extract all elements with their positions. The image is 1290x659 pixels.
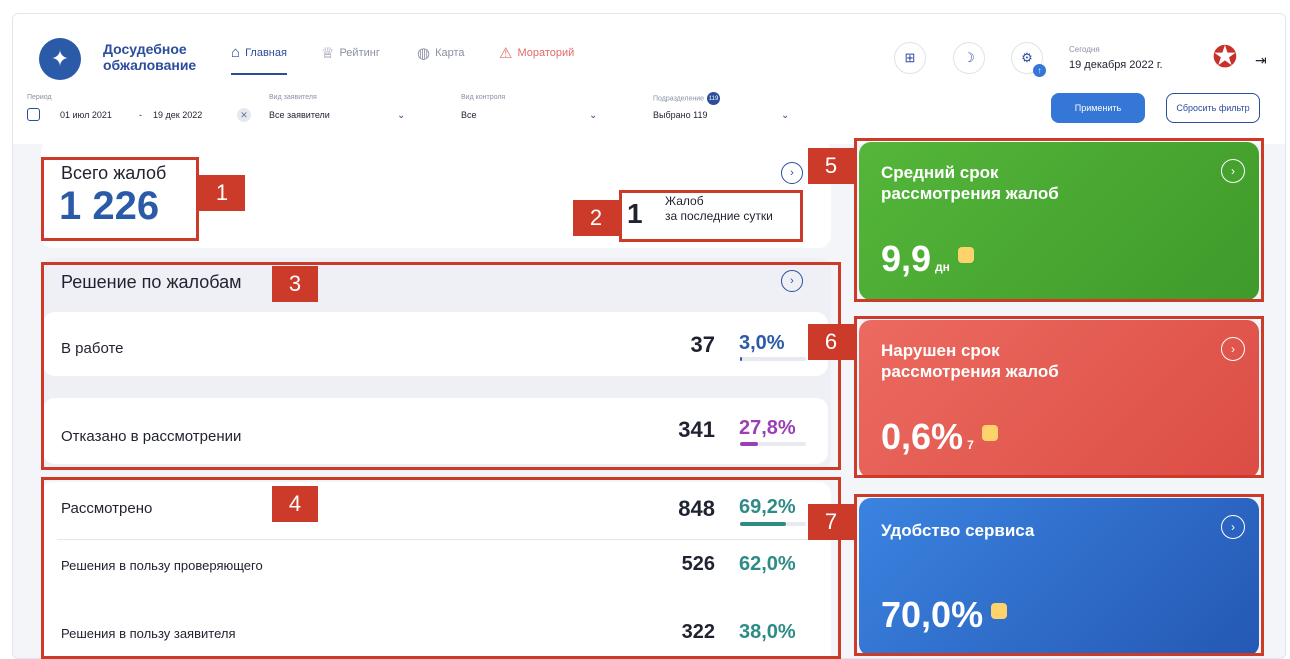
warning-icon: ⚠ bbox=[499, 45, 513, 62]
annotation-tag-6: 6 bbox=[808, 324, 854, 360]
home-icon: ⌂ bbox=[231, 44, 241, 61]
settings-button[interactable]: ⚙ ↑ bbox=[1011, 42, 1046, 77]
sliders-icon: ⚙ bbox=[1021, 50, 1033, 65]
logout-icon[interactable]: ⇥ bbox=[1255, 52, 1267, 69]
theme-toggle-button[interactable]: ☽ bbox=[953, 42, 985, 74]
applicant-select[interactable]: Все заявители bbox=[269, 110, 330, 120]
annotation-tag-3: 3 bbox=[272, 266, 318, 302]
period-label: Период bbox=[27, 94, 52, 101]
structure-button[interactable]: ⊞ bbox=[894, 42, 926, 74]
app-title-line2: обжалование bbox=[103, 57, 197, 73]
apply-button[interactable]: Применить bbox=[1051, 93, 1145, 123]
period-from[interactable]: 01 июл 2021 bbox=[60, 110, 112, 120]
structure-icon: ⊞ bbox=[904, 50, 916, 65]
annotation-box-1 bbox=[41, 157, 199, 241]
annotation-box-3 bbox=[41, 262, 841, 470]
today-value: 19 декабря 2022 г. bbox=[1069, 59, 1163, 71]
annotation-box-2 bbox=[619, 190, 803, 242]
applicant-label: Вид заявителя bbox=[269, 94, 317, 101]
nav-moratorium[interactable]: ⚠ Мораторий bbox=[499, 44, 574, 62]
annotation-box-7 bbox=[854, 494, 1264, 656]
annotation-box-6 bbox=[854, 316, 1264, 478]
calendar-icon[interactable] bbox=[27, 108, 40, 121]
nav-map-label: Карта bbox=[435, 47, 465, 59]
annotation-box-4 bbox=[41, 477, 841, 659]
nav-rating[interactable]: ♕ Рейтинг bbox=[321, 44, 380, 62]
annotation-box-5 bbox=[854, 138, 1264, 302]
ministry-emblem-icon: ✪ bbox=[1212, 40, 1238, 74]
reset-filter-button[interactable]: Сбросить фильтр bbox=[1166, 93, 1260, 123]
notification-badge: ↑ bbox=[1033, 64, 1046, 77]
period-separator: - bbox=[139, 110, 142, 120]
division-label: Подразделение 119 bbox=[653, 92, 721, 105]
top-bar: ✦ Досудебное обжалование ⌂ Главная ♕ Рей… bbox=[13, 14, 1285, 144]
chevron-down-icon[interactable]: ⌄ bbox=[397, 110, 405, 121]
nav-rating-label: Рейтинг bbox=[339, 47, 380, 59]
app-title[interactable]: Досудебное обжалование bbox=[103, 41, 196, 73]
globe-icon: ◍ bbox=[417, 45, 431, 62]
annotation-tag-2: 2 bbox=[573, 200, 619, 236]
nav-home-label: Главная bbox=[245, 46, 287, 59]
chevron-right-icon[interactable]: › bbox=[781, 162, 803, 184]
trophy-icon: ♕ bbox=[321, 45, 335, 62]
nav-home[interactable]: ⌂ Главная bbox=[231, 44, 287, 75]
chevron-down-icon[interactable]: ⌄ bbox=[781, 110, 789, 121]
division-select[interactable]: Выбрано 119 bbox=[653, 110, 707, 120]
today-label: Сегодня bbox=[1069, 45, 1100, 54]
moon-icon: ☽ bbox=[963, 50, 975, 65]
clear-period-icon[interactable]: ✕ bbox=[237, 108, 251, 122]
annotation-tag-4: 4 bbox=[272, 486, 318, 522]
nav-moratorium-label: Мораторий bbox=[517, 47, 575, 59]
control-select[interactable]: Все bbox=[461, 110, 477, 120]
period-to[interactable]: 19 дек 2022 bbox=[153, 110, 202, 120]
chevron-down-icon[interactable]: ⌄ bbox=[589, 110, 597, 121]
control-label: Вид контроля bbox=[461, 94, 506, 101]
app-title-line1: Досудебное bbox=[103, 41, 187, 57]
division-label-text: Подразделение bbox=[653, 95, 705, 103]
nav-map[interactable]: ◍ Карта bbox=[417, 44, 465, 62]
division-count-badge: 119 bbox=[707, 92, 721, 105]
emblem-logo-icon[interactable]: ✦ bbox=[39, 38, 81, 80]
annotation-tag-1: 1 bbox=[199, 175, 245, 211]
annotation-tag-7: 7 bbox=[808, 504, 854, 540]
annotation-tag-5: 5 bbox=[808, 148, 854, 184]
